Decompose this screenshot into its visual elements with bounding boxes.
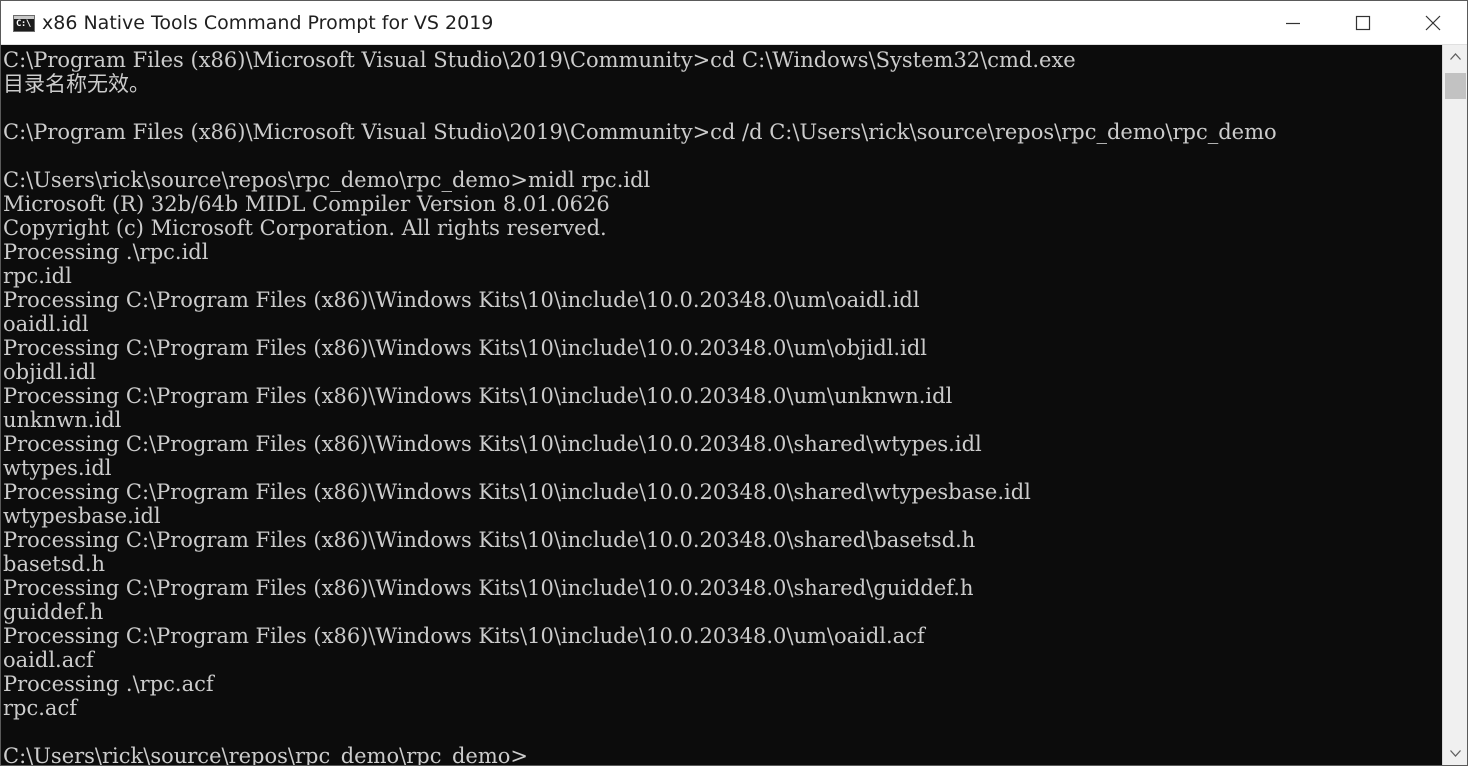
console-line: guiddef.h (3, 600, 104, 624)
console-line: Processing C:\Program Files (x86)\Window… (3, 336, 927, 360)
console-line: Processing C:\Program Files (x86)\Window… (3, 480, 1031, 504)
scroll-up-arrow-icon (1450, 53, 1461, 60)
minimize-icon (1286, 22, 1300, 25)
scroll-down-arrow-icon (1450, 750, 1461, 757)
console-prompt-line: C:\Users\rick\source\repos\rpc_demo\rpc_… (3, 744, 528, 765)
scroll-down-button[interactable] (1443, 742, 1467, 765)
close-button[interactable] (1398, 1, 1467, 45)
scrollbar-thumb[interactable] (1445, 73, 1466, 99)
console-line: C:\Users\rick\source\repos\rpc_demo\rpc_… (3, 168, 651, 192)
console-line: basetsd.h (3, 552, 106, 576)
console-line: Processing .\rpc.idl (3, 240, 209, 264)
console-line: C:\Program Files (x86)\Microsoft Visual … (3, 120, 1277, 144)
console-line: Processing C:\Program Files (x86)\Window… (3, 576, 974, 600)
maximize-button[interactable] (1328, 1, 1398, 45)
console-line: oaidl.idl (3, 312, 89, 336)
console-line: rpc.acf (3, 696, 77, 720)
scroll-up-button[interactable] (1443, 45, 1467, 69)
console-line: Processing C:\Program Files (x86)\Window… (3, 528, 976, 552)
console-line: 目录名称无效。 (3, 72, 150, 96)
console-line: unknwn.idl (3, 408, 122, 432)
minimize-button[interactable] (1258, 1, 1328, 45)
title-bar[interactable]: C:\ x86 Native Tools Command Prompt for … (1, 1, 1467, 45)
console-line: Processing C:\Program Files (x86)\Window… (3, 432, 982, 456)
console-line: Processing C:\Program Files (x86)\Window… (3, 624, 925, 648)
console-line: Processing .\rpc.acf (3, 672, 214, 696)
console-line: objidl.idl (3, 360, 97, 384)
command-prompt-window: C:\ x86 Native Tools Command Prompt for … (0, 0, 1468, 766)
console-line: Copyright (c) Microsoft Corporation. All… (3, 216, 607, 240)
console-line: Processing C:\Program Files (x86)\Window… (3, 288, 920, 312)
console-line: rpc.idl (3, 264, 72, 288)
close-icon (1425, 15, 1441, 31)
console-line: oaidl.acf (3, 648, 94, 672)
console-output[interactable]: C:\Program Files (x86)\Microsoft Visual … (2, 45, 1441, 765)
maximize-icon (1355, 15, 1371, 31)
vertical-scrollbar[interactable] (1442, 45, 1467, 765)
window-title: x86 Native Tools Command Prompt for VS 2… (42, 12, 494, 34)
console-line: Microsoft (R) 32b/64b MIDL Compiler Vers… (3, 192, 610, 216)
console-line: Processing C:\Program Files (x86)\Window… (3, 384, 953, 408)
console-line: wtypesbase.idl (3, 504, 161, 528)
console-line: C:\Program Files (x86)\Microsoft Visual … (3, 48, 1076, 72)
cmd-icon[interactable]: C:\ (13, 15, 35, 32)
console-line: wtypes.idl (3, 456, 112, 480)
